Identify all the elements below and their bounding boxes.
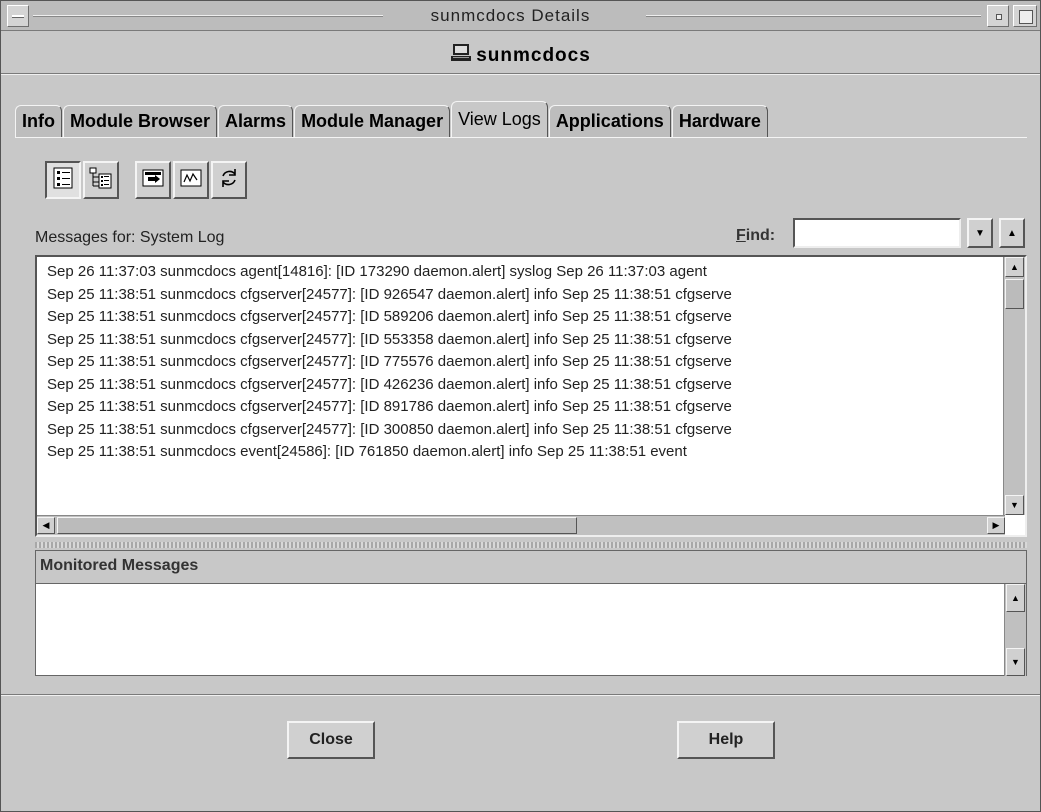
arrow-up-icon: ▲ — [1010, 262, 1019, 272]
log-row[interactable]: Sep 25 11:38:51 sunmcdocs cfgserver[2457… — [47, 351, 1001, 374]
monitored-messages-title: Monitored Messages — [40, 557, 199, 574]
forward-button[interactable] — [135, 161, 171, 199]
log-list[interactable]: Sep 26 11:37:03 sunmcdocs agent[14816]: … — [35, 255, 1027, 537]
graph-button[interactable] — [173, 161, 209, 199]
maximize-button[interactable] — [1013, 5, 1037, 27]
log-rows: Sep 26 11:37:03 sunmcdocs agent[14816]: … — [47, 261, 1001, 513]
host-name: sunmcdocs — [476, 45, 591, 66]
tab-module-manager[interactable]: Module Manager — [294, 105, 451, 137]
tree-list-icon — [89, 166, 113, 195]
close-button[interactable]: Close — [287, 721, 375, 759]
tab-info[interactable]: Info — [15, 105, 62, 137]
scroll-right-button[interactable]: ▶ — [987, 517, 1005, 534]
arrow-down-icon: ▼ — [1010, 500, 1019, 510]
monitored-messages-list[interactable]: ▲ ▼ — [36, 583, 1026, 676]
heading-separator — [1, 73, 1040, 75]
monitored-vertical-scrollbar[interactable]: ▲ ▼ — [1004, 584, 1026, 676]
log-toolbar — [45, 159, 249, 201]
tab-alarms[interactable]: Alarms — [218, 105, 294, 137]
tab-hardware[interactable]: Hardware — [671, 105, 768, 137]
arrow-up-icon: ▲ — [1011, 593, 1020, 603]
find-label-text: ind: — [745, 227, 776, 244]
scroll-left-button[interactable]: ◀ — [37, 517, 55, 534]
log-row[interactable]: Sep 25 11:38:51 sunmcdocs cfgserver[2457… — [47, 419, 1001, 442]
refresh-icon — [217, 166, 241, 195]
chevron-up-icon: ▲ — [1007, 227, 1017, 239]
log-row[interactable]: Sep 25 11:38:51 sunmcdocs cfgserver[2457… — [47, 374, 1001, 397]
find-previous-button[interactable]: ▲ — [999, 218, 1025, 248]
details-list-button[interactable] — [45, 161, 81, 199]
find-label: Find: — [736, 227, 775, 245]
find-mnemonic: F — [736, 227, 746, 244]
log-row[interactable]: Sep 25 11:38:51 sunmcdocs cfgserver[2457… — [47, 284, 1001, 307]
graph-icon — [179, 167, 203, 194]
details-list-icon — [52, 166, 74, 195]
buttons-separator — [1, 694, 1040, 696]
close-button-label: Close — [309, 731, 353, 748]
computer-icon — [450, 43, 472, 69]
tab-panel-edge — [15, 137, 1027, 138]
window-menu-button[interactable] — [7, 5, 29, 27]
tab-view-logs[interactable]: View Logs — [451, 101, 548, 137]
log-row[interactable]: Sep 25 11:38:51 sunmcdocs event[24586]: … — [47, 441, 1001, 464]
details-window: sunmcdocs Details sunmcdocs Info Module … — [0, 0, 1041, 812]
arrow-right-icon: ▶ — [992, 520, 1000, 530]
host-heading: sunmcdocs — [1, 43, 1040, 69]
title-bar[interactable]: sunmcdocs Details — [1, 1, 1040, 31]
scroll-up-button[interactable]: ▲ — [1006, 584, 1025, 612]
help-button-label: Help — [708, 731, 744, 748]
pane-splitter[interactable] — [35, 542, 1027, 548]
log-row[interactable]: Sep 26 11:37:03 sunmcdocs agent[14816]: … — [47, 261, 1001, 284]
scroll-thumb[interactable] — [1005, 279, 1024, 309]
find-dropdown-button[interactable]: ▼ — [967, 218, 993, 248]
minimize-button[interactable] — [987, 5, 1009, 27]
messages-for-label: Messages for: System Log — [35, 229, 225, 246]
log-row[interactable]: Sep 25 11:38:51 sunmcdocs cfgserver[2457… — [47, 329, 1001, 352]
log-horizontal-scrollbar[interactable]: ◀ ▶ — [37, 515, 1005, 535]
forward-icon — [141, 167, 165, 194]
refresh-button[interactable] — [211, 161, 247, 199]
tab-module-browser[interactable]: Module Browser — [63, 105, 218, 137]
scroll-down-button[interactable]: ▼ — [1005, 495, 1024, 515]
monitored-messages-panel: Monitored Messages ▲ ▼ — [35, 550, 1027, 676]
find-input[interactable] — [793, 218, 961, 248]
scroll-up-button[interactable]: ▲ — [1005, 257, 1024, 277]
arrow-down-icon: ▼ — [1011, 657, 1020, 667]
log-vertical-scrollbar[interactable]: ▲ ▼ — [1003, 257, 1025, 515]
log-row[interactable]: Sep 25 11:38:51 sunmcdocs cfgserver[2457… — [47, 306, 1001, 329]
tree-list-button[interactable] — [83, 161, 119, 199]
tab-applications[interactable]: Applications — [548, 105, 671, 137]
help-button[interactable]: Help — [677, 721, 775, 759]
scroll-thumb[interactable] — [57, 517, 577, 534]
title-bar-rule — [646, 15, 981, 17]
log-row[interactable]: Sep 25 11:38:51 sunmcdocs cfgserver[2457… — [47, 396, 1001, 419]
arrow-left-icon: ◀ — [42, 520, 50, 530]
scroll-down-button[interactable]: ▼ — [1006, 648, 1025, 676]
chevron-down-icon: ▼ — [975, 227, 985, 239]
tab-bar: Info Module Browser Alarms Module Manage… — [15, 101, 769, 137]
